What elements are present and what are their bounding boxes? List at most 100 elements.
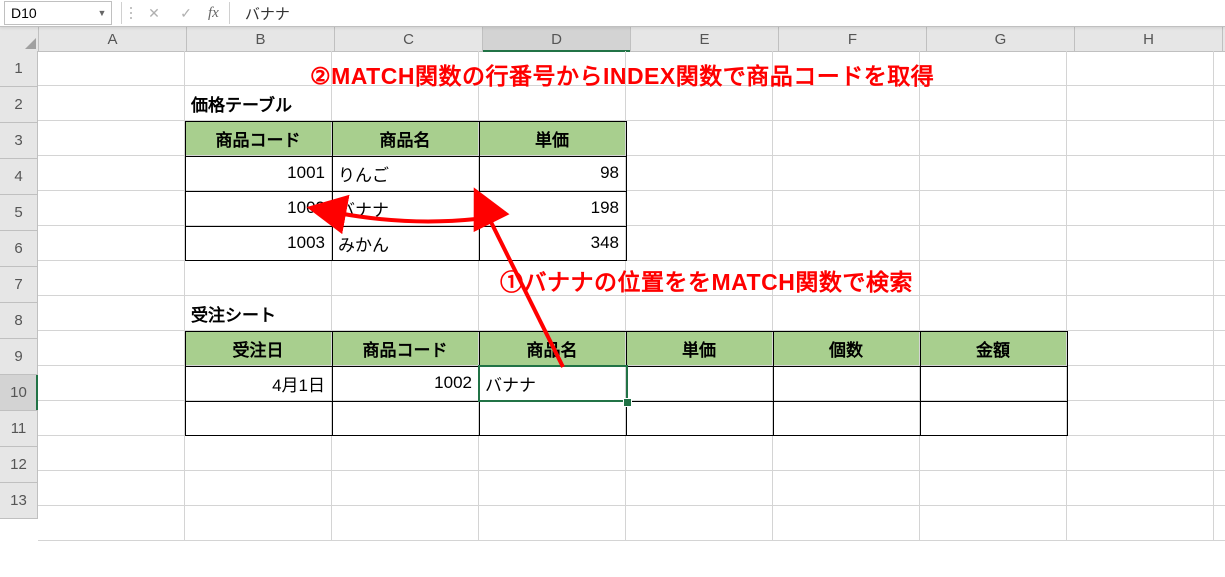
grid-cell[interactable] [920,121,1067,156]
row-header[interactable]: 3 [0,123,38,159]
grid-cell[interactable] [1214,401,1225,436]
grid-cell[interactable] [773,366,920,401]
grid-cell[interactable] [920,331,1067,366]
grid-cell[interactable] [773,51,920,86]
col-header-E[interactable]: E [631,27,779,51]
grid-cell[interactable] [1214,121,1225,156]
col-header-F[interactable]: F [779,27,927,51]
grid-cell[interactable] [332,401,479,436]
grid-cell[interactable] [332,51,479,86]
resize-handle-icon[interactable] [126,7,136,19]
grid-cell[interactable] [1067,331,1214,366]
grid-cell[interactable] [626,191,773,226]
grid-cell[interactable] [479,86,626,121]
grid-cell[interactable] [1067,471,1214,506]
grid-cell[interactable] [773,436,920,471]
name-box[interactable]: D10 ▼ [4,1,112,25]
grid-cell[interactable] [920,261,1067,296]
grid-cell[interactable] [1214,471,1225,506]
col-header-B[interactable]: B [187,27,335,51]
grid-cell[interactable] [626,156,773,191]
col-header-H[interactable]: H [1075,27,1223,51]
grid-cell[interactable] [38,331,185,366]
grid-cell[interactable] [920,436,1067,471]
grid-cell[interactable] [479,51,626,86]
grid-cell[interactable] [626,331,773,366]
col-header-G[interactable]: G [927,27,1075,51]
grid-cell[interactable] [773,261,920,296]
grid-cell[interactable] [626,86,773,121]
grid-cell[interactable] [1067,226,1214,261]
grid-cell[interactable] [626,226,773,261]
grid-cell[interactable] [185,331,332,366]
fx-icon[interactable]: fx [208,5,219,22]
grid-cell[interactable] [479,366,626,401]
grid-cell[interactable] [920,86,1067,121]
grid-cell[interactable] [1214,86,1225,121]
grid-cell[interactable] [1067,436,1214,471]
formula-input[interactable] [235,0,1225,27]
grid-cell[interactable] [626,506,773,541]
col-header-C[interactable]: C [335,27,483,51]
grid-cell[interactable] [185,86,332,121]
grid-cell[interactable] [185,261,332,296]
grid-cell[interactable] [1214,296,1225,331]
grid-cell[interactable] [773,296,920,331]
grid-cell[interactable] [479,296,626,331]
grid-cell[interactable] [1214,156,1225,191]
grid-cell[interactable] [773,506,920,541]
grid-cell[interactable] [1214,436,1225,471]
grid-cell[interactable] [1214,51,1225,86]
grid-cell[interactable] [920,191,1067,226]
grid-cell[interactable] [1067,156,1214,191]
grid-cell[interactable] [479,331,626,366]
grid-cell[interactable] [773,121,920,156]
grid-cell[interactable] [38,156,185,191]
row-header[interactable]: 12 [0,447,38,483]
grid-cell[interactable] [1067,261,1214,296]
grid-cell[interactable] [38,471,185,506]
grid-cell[interactable] [920,51,1067,86]
grid-cell[interactable] [185,191,332,226]
grid-cell[interactable] [332,156,479,191]
grid-cell[interactable] [773,471,920,506]
grid-cell[interactable] [38,296,185,331]
grid-cell[interactable] [1067,121,1214,156]
grid-cell[interactable] [1067,506,1214,541]
grid-cell[interactable] [479,191,626,226]
row-header[interactable]: 2 [0,87,38,123]
grid-cell[interactable] [1067,401,1214,436]
select-all-corner[interactable] [0,27,39,51]
grid-cell[interactable] [332,436,479,471]
grid-cell[interactable] [920,366,1067,401]
grid-cell[interactable] [773,401,920,436]
row-header[interactable]: 11 [0,411,38,447]
grid-cell[interactable] [332,366,479,401]
grid-cell[interactable] [38,51,185,86]
grid-cell[interactable] [332,191,479,226]
grid-cell[interactable] [332,86,479,121]
grid-cell[interactable] [920,156,1067,191]
grid-cell[interactable] [1067,296,1214,331]
grid-cell[interactable] [38,261,185,296]
grid-cell[interactable] [332,226,479,261]
grid-cell[interactable] [773,331,920,366]
grid-cell[interactable] [185,436,332,471]
grid-cell[interactable] [1067,86,1214,121]
grid-cell[interactable] [626,436,773,471]
grid-cell[interactable] [773,226,920,261]
grid-cell[interactable] [479,436,626,471]
grid-cell[interactable] [1067,51,1214,86]
grid-cell[interactable] [626,261,773,296]
grid-cell[interactable] [185,401,332,436]
row-header[interactable]: 10 [0,375,38,411]
grid-cell[interactable] [185,506,332,541]
grid-cell[interactable] [479,471,626,506]
grid-cell[interactable] [773,191,920,226]
grid-cell[interactable] [626,401,773,436]
grid-cell[interactable] [479,261,626,296]
grid-cell[interactable] [38,86,185,121]
grid-cell[interactable] [1214,366,1225,401]
grid-cell[interactable] [185,156,332,191]
grid-cell[interactable] [332,506,479,541]
